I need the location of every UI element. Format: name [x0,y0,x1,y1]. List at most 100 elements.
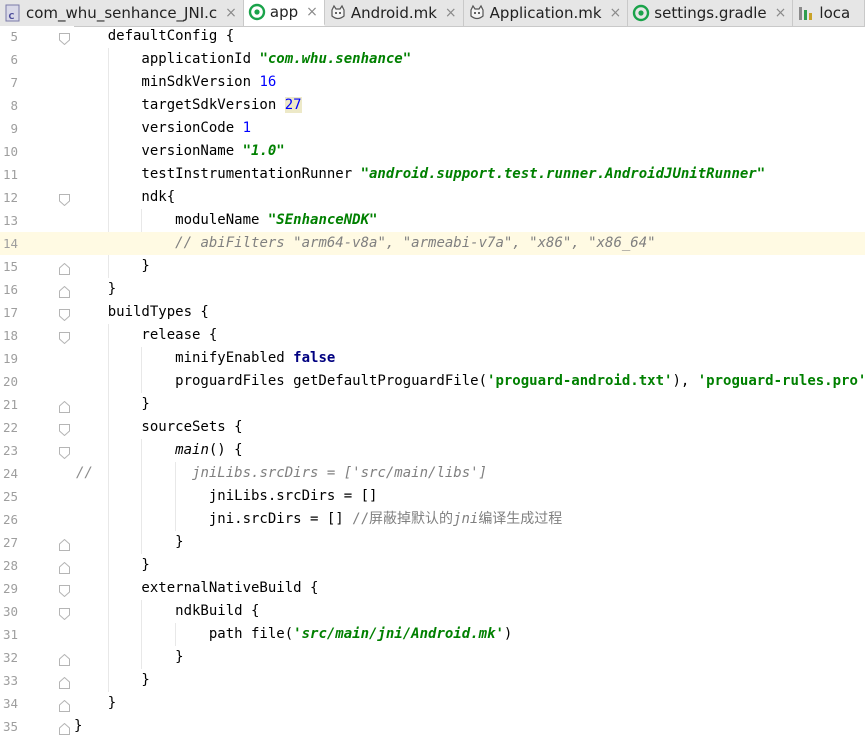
close-tab-icon[interactable]: × [775,6,787,20]
code-line[interactable]: 19 minifyEnabled false [0,347,865,370]
code-line[interactable]: 13 moduleName "SEnhanceNDK" [0,209,865,232]
code-line[interactable]: 28 } [0,554,865,577]
code-text[interactable]: } [74,255,149,278]
code-line[interactable]: 26 jni.srcDirs = [] //屏蔽掉默认的jni编译生成过程 [0,508,865,531]
tab-app[interactable]: app × [243,0,325,26]
fold-close-icon[interactable] [59,398,70,413]
line-number: 20 [2,374,18,389]
code-text[interactable]: buildTypes { [74,301,209,324]
code-text[interactable]: externalNativeBuild { [74,577,318,600]
line-number: 34 [2,696,18,711]
code-line[interactable]: 16 } [0,278,865,301]
code-text[interactable]: main() { [74,439,242,462]
code-line[interactable]: 15 } [0,255,865,278]
tab-application-mk[interactable]: Application.mk × [464,0,629,26]
code-text[interactable]: proguardFiles getDefaultProguardFile('pr… [74,370,865,393]
fold-close-icon[interactable] [59,720,70,735]
fold-open-icon[interactable] [59,306,70,322]
code-line[interactable]: 24// jniLibs.srcDirs = ['src/main/libs'] [0,462,865,485]
tab-com-whu-senhance-jni-c[interactable]: Ccom_whu_senhance_JNI.c × [0,0,244,26]
fold-open-icon[interactable] [59,605,70,621]
code-line[interactable]: 18 release { [0,324,865,347]
code-text[interactable]: targetSdkVersion 27 [74,94,302,117]
code-text[interactable]: applicationId "com.whu.senhance" [74,48,411,71]
code-line[interactable]: 17 buildTypes { [0,301,865,324]
code-text[interactable]: moduleName "SEnhanceNDK" [74,209,377,232]
code-text[interactable]: sourceSets { [74,416,242,439]
fold-open-icon[interactable] [59,444,70,460]
code-text[interactable]: path file('src/main/jni/Android.mk') [74,623,512,646]
code-line[interactable]: 29 externalNativeBuild { [0,577,865,600]
code-text[interactable]: versionCode 1 [74,117,251,140]
close-tab-icon[interactable]: × [610,6,622,20]
tab-loca[interactable]: loca [793,0,865,26]
code-text[interactable]: ndkBuild { [74,600,259,623]
code-line[interactable]: 6 applicationId "com.whu.senhance" [0,48,865,71]
editor-tab-bar: Ccom_whu_senhance_JNI.c × app × Android.mk × A… [0,0,865,27]
fold-open-icon[interactable] [59,421,70,437]
code-text[interactable]: } [74,393,149,416]
code-token: "1.0" [242,143,285,159]
fold-close-icon[interactable] [59,697,70,712]
code-line[interactable]: 23 main() { [0,439,865,462]
code-text[interactable]: } [74,278,116,301]
tab-label: Application.mk [489,4,602,22]
tab-android-mk[interactable]: Android.mk × [325,0,464,26]
close-tab-icon[interactable]: × [445,6,457,20]
code-line[interactable]: 8 targetSdkVersion 27 [0,94,865,117]
close-tab-icon[interactable]: × [225,6,237,20]
fold-open-icon[interactable] [59,582,70,598]
tab-settings-gradle[interactable]: settings.gradle × [628,0,794,26]
code-line[interactable]: 35} [0,715,865,738]
code-text[interactable]: } [74,531,183,554]
code-token: } [74,672,150,688]
code-text[interactable]: ndk{ [74,186,175,209]
code-text[interactable]: minSdkVersion 16 [74,71,276,94]
fold-close-icon[interactable] [59,674,70,689]
code-text[interactable]: } [74,669,150,692]
code-text[interactable]: release { [74,324,217,347]
fold-open-icon[interactable] [59,30,70,46]
code-line[interactable]: 32 } [0,646,865,669]
code-line[interactable]: 10 versionName "1.0" [0,140,865,163]
code-line[interactable]: 33 } [0,669,865,692]
tab-label: loca [819,4,851,22]
code-line[interactable]: 25 jniLibs.srcDirs = [] [0,485,865,508]
code-text[interactable]: jniLibs.srcDirs = [] [74,485,378,508]
tab-label: com_whu_senhance_JNI.c [26,4,218,22]
code-line[interactable]: 11 testInstrumentationRunner "android.su… [0,163,865,186]
code-line[interactable]: 22 sourceSets { [0,416,865,439]
code-text[interactable]: } [74,715,82,738]
code-text[interactable]: defaultConfig { [74,25,234,48]
code-text[interactable]: jni.srcDirs = [] //屏蔽掉默认的jni编译生成过程 [74,508,562,531]
code-token: false [293,350,336,366]
code-text[interactable]: testInstrumentationRunner "android.suppo… [74,163,765,186]
code-line[interactable]: 27 } [0,531,865,554]
fold-close-icon[interactable] [59,536,70,551]
close-tab-icon[interactable]: × [306,5,318,19]
code-line[interactable]: 34 } [0,692,865,715]
code-line[interactable]: 12 ndk{ [0,186,865,209]
code-line[interactable]: 20 proguardFiles getDefaultProguardFile(… [0,370,865,393]
code-line[interactable]: 9 versionCode 1 [0,117,865,140]
code-text[interactable]: // abiFilters "arm64-v8a", "armeabi-v7a"… [74,232,655,255]
code-line[interactable]: 7 minSdkVersion 16 [0,71,865,94]
fold-close-icon[interactable] [59,651,70,666]
fold-open-icon[interactable] [59,329,70,345]
code-line[interactable]: 30 ndkBuild { [0,600,865,623]
code-text[interactable]: versionName "1.0" [74,140,285,163]
fold-close-icon[interactable] [59,283,70,298]
code-line[interactable]: 5 defaultConfig { [0,25,865,48]
fold-close-icon[interactable] [59,260,70,275]
code-text[interactable]: } [74,554,149,577]
fold-close-icon[interactable] [59,559,70,574]
code-text[interactable]: } [74,646,183,669]
code-text[interactable]: minifyEnabled false [74,347,335,370]
code-line[interactable]: 21 } [0,393,865,416]
code-editor[interactable]: 5 defaultConfig {6 applicationId "com.wh… [0,26,865,745]
code-line[interactable]: 14 // abiFilters "arm64-v8a", "armeabi-v… [0,232,865,255]
code-line[interactable]: 31 path file('src/main/jni/Android.mk') [0,623,865,646]
code-text[interactable]: jniLibs.srcDirs = ['src/main/libs'] [74,462,487,485]
code-text[interactable]: } [74,692,116,715]
fold-open-icon[interactable] [59,191,70,207]
